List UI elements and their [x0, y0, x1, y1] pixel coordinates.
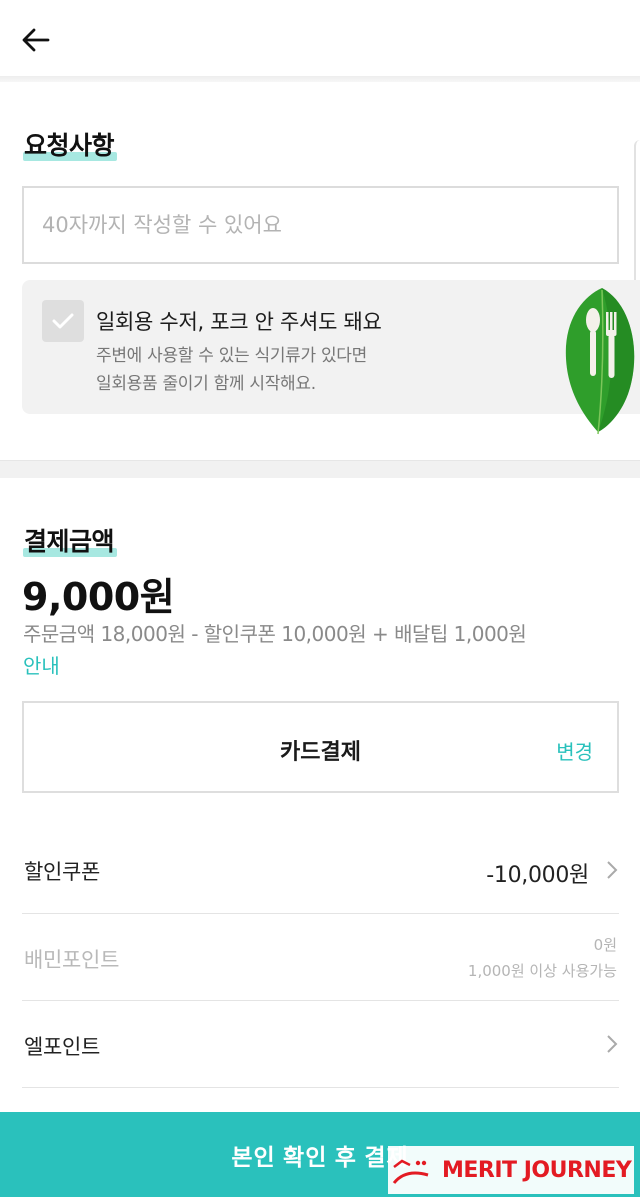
- chevron-right-icon: [607, 1035, 618, 1053]
- request-section-title: 요청사항: [22, 126, 118, 162]
- coupon-value: -10,000원: [486, 863, 589, 888]
- check-icon: [52, 313, 74, 329]
- payment-method-label: 카드결제: [280, 740, 361, 765]
- coupon-label: 할인쿠폰: [24, 860, 101, 884]
- section-divider: [0, 460, 640, 478]
- eco-option-box[interactable]: 일회용 수저, 포크 안 주셔도 돼요 주변에 사용할 수 있는 식기류가 있다…: [22, 280, 640, 414]
- eco-option-checkbox[interactable]: [42, 300, 84, 342]
- leaf-cutlery-icon: [565, 288, 635, 435]
- chevron-right-icon: [607, 861, 618, 879]
- coupon-row[interactable]: 할인쿠폰 -10,000원: [22, 826, 619, 914]
- payment-section-title: 결제금액: [22, 522, 118, 558]
- top-bar: [0, 0, 640, 78]
- baemin-point-label: 배민포인트: [24, 948, 120, 972]
- baemin-point-row: 배민포인트 0원 1,000원 이상 사용가능: [22, 914, 619, 1001]
- payment-method-box[interactable]: 카드결제 변경: [22, 701, 619, 793]
- payment-method-change-button[interactable]: 변경: [556, 736, 593, 765]
- arrow-left-icon: [22, 28, 50, 52]
- watermark-logo-icon: [392, 1159, 429, 1184]
- watermark: MERIT JOURNEY: [388, 1146, 634, 1194]
- payment-guide-link[interactable]: 안내: [23, 650, 60, 679]
- l-point-label: 엘포인트: [24, 1035, 101, 1059]
- payment-breakdown: 주문금액 18,000원 - 할인쿠폰 10,000원 + 배달팁 1,000원: [23, 622, 527, 646]
- payment-total: 9,000원: [22, 575, 175, 619]
- l-point-row[interactable]: 엘포인트: [22, 1001, 619, 1088]
- top-bar-shadow: [0, 76, 640, 82]
- eco-option-description: 주변에 사용할 수 있는 식기류가 있다면 일회용품 줄이기 함께 시작해요.: [96, 346, 367, 394]
- request-input[interactable]: [22, 186, 619, 264]
- eco-option-label: 일회용 수저, 포크 안 주셔도 돼요: [96, 310, 382, 334]
- watermark-text: MERIT JOURNEY: [442, 1157, 632, 1183]
- baemin-point-value: 0원 1,000원 이상 사용가능: [467, 936, 617, 980]
- back-button[interactable]: [18, 22, 54, 58]
